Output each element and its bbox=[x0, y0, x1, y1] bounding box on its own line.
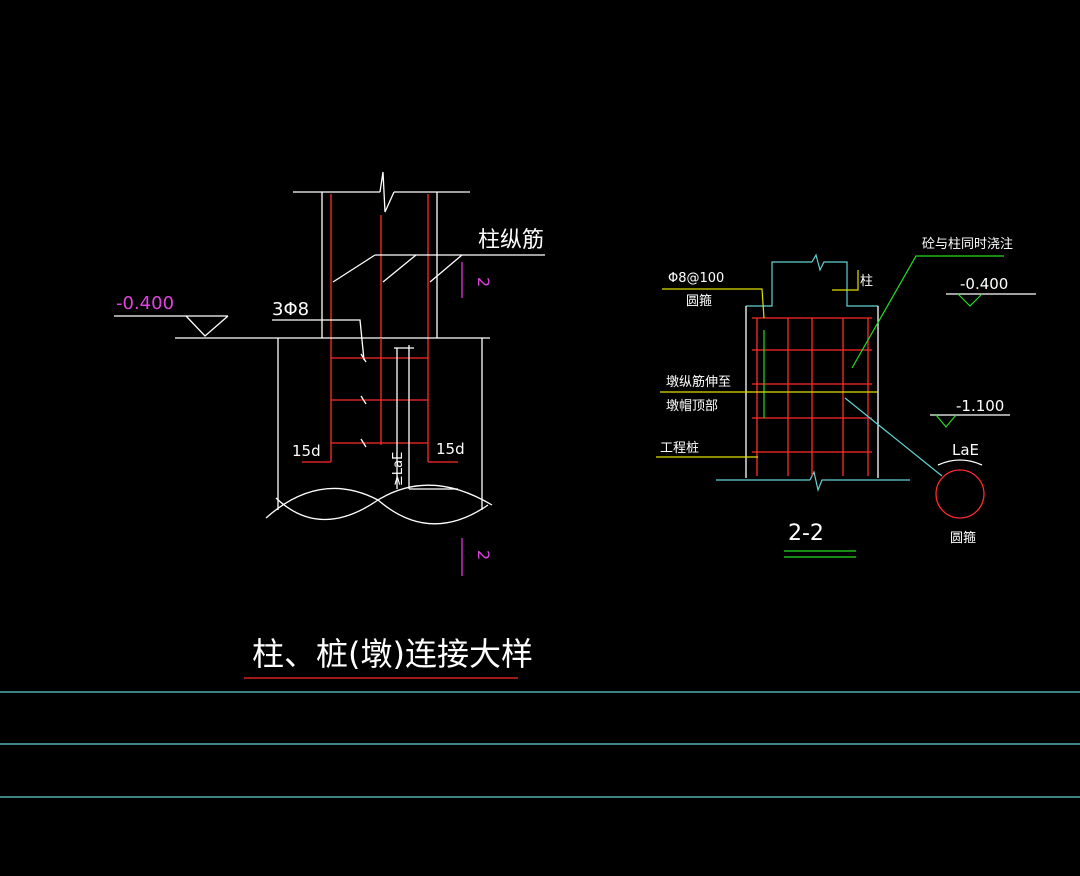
elevation-bottom-label: -1.100 bbox=[956, 397, 1004, 415]
rebar-leader-tick bbox=[382, 254, 417, 283]
section-mark-bottom-label: 2 bbox=[474, 550, 493, 560]
concrete-note-leader bbox=[851, 255, 1004, 369]
elevation-symbol bbox=[185, 315, 229, 337]
pier-rebar-label-1: 墩纵筋伸至 bbox=[666, 374, 731, 390]
rebar-leader-tick bbox=[332, 254, 376, 283]
elevation-top-label: -0.400 bbox=[960, 275, 1008, 293]
stirrup-spec-label: Φ8@100 bbox=[668, 271, 724, 286]
section-2-2-detail: Φ8@100 圆箍 墩纵筋伸至 墩帽顶部 工程桩 柱 砼与柱同时浇注 -0.40… bbox=[656, 237, 1036, 558]
anchor-arc bbox=[937, 459, 983, 466]
column-leader bbox=[832, 270, 859, 291]
stirrup-label: 3Φ8 bbox=[272, 299, 309, 320]
stirrup-leader bbox=[272, 319, 365, 361]
elevation-top-symbol bbox=[957, 293, 983, 307]
cad-drawing-canvas: 柱纵筋 2 2 -0.400 3Φ8 15d 15d ≥LaE 柱、桩(墩)连接… bbox=[0, 171, 1080, 798]
pile-label: 工程桩 bbox=[660, 441, 699, 456]
hook-label-right: 15d bbox=[436, 440, 465, 458]
elevation-bottom-symbol bbox=[935, 414, 957, 428]
left-connection-detail: 柱纵筋 2 2 -0.400 3Φ8 15d 15d ≥LaE 柱、桩(墩)连接… bbox=[114, 171, 545, 679]
hook-label-left: 15d bbox=[292, 442, 321, 460]
rebar-leader-tick bbox=[429, 254, 463, 283]
section-mark-top-label: 2 bbox=[474, 277, 493, 287]
ring-leader bbox=[844, 397, 943, 477]
pier-rebar-label-2: 墩帽顶部 bbox=[666, 398, 718, 414]
longitudinal-rebar-label: 柱纵筋 bbox=[478, 228, 544, 253]
section-label: 2-2 bbox=[788, 521, 824, 546]
concrete-note-label: 砼与柱同时浇注 bbox=[922, 237, 1013, 252]
anchor-label: LaE bbox=[952, 441, 979, 459]
ground-line-right bbox=[809, 470, 910, 493]
column-label: 柱 bbox=[860, 274, 873, 289]
ring-stirrup-icon bbox=[935, 469, 985, 519]
stirrup-leader bbox=[662, 288, 765, 319]
elevation-label: -0.400 bbox=[116, 293, 174, 314]
column-break-symbol bbox=[379, 171, 395, 213]
ring-label: 圆箍 bbox=[950, 530, 976, 546]
column-outline-left bbox=[746, 261, 812, 307]
detail-title: 柱、桩(墩)连接大样 bbox=[252, 635, 533, 673]
frame-lines bbox=[0, 691, 1080, 798]
pier-break-lower bbox=[275, 497, 489, 525]
stirrup-type-label: 圆箍 bbox=[686, 293, 712, 309]
anchor-label: ≥LaE bbox=[391, 452, 406, 486]
